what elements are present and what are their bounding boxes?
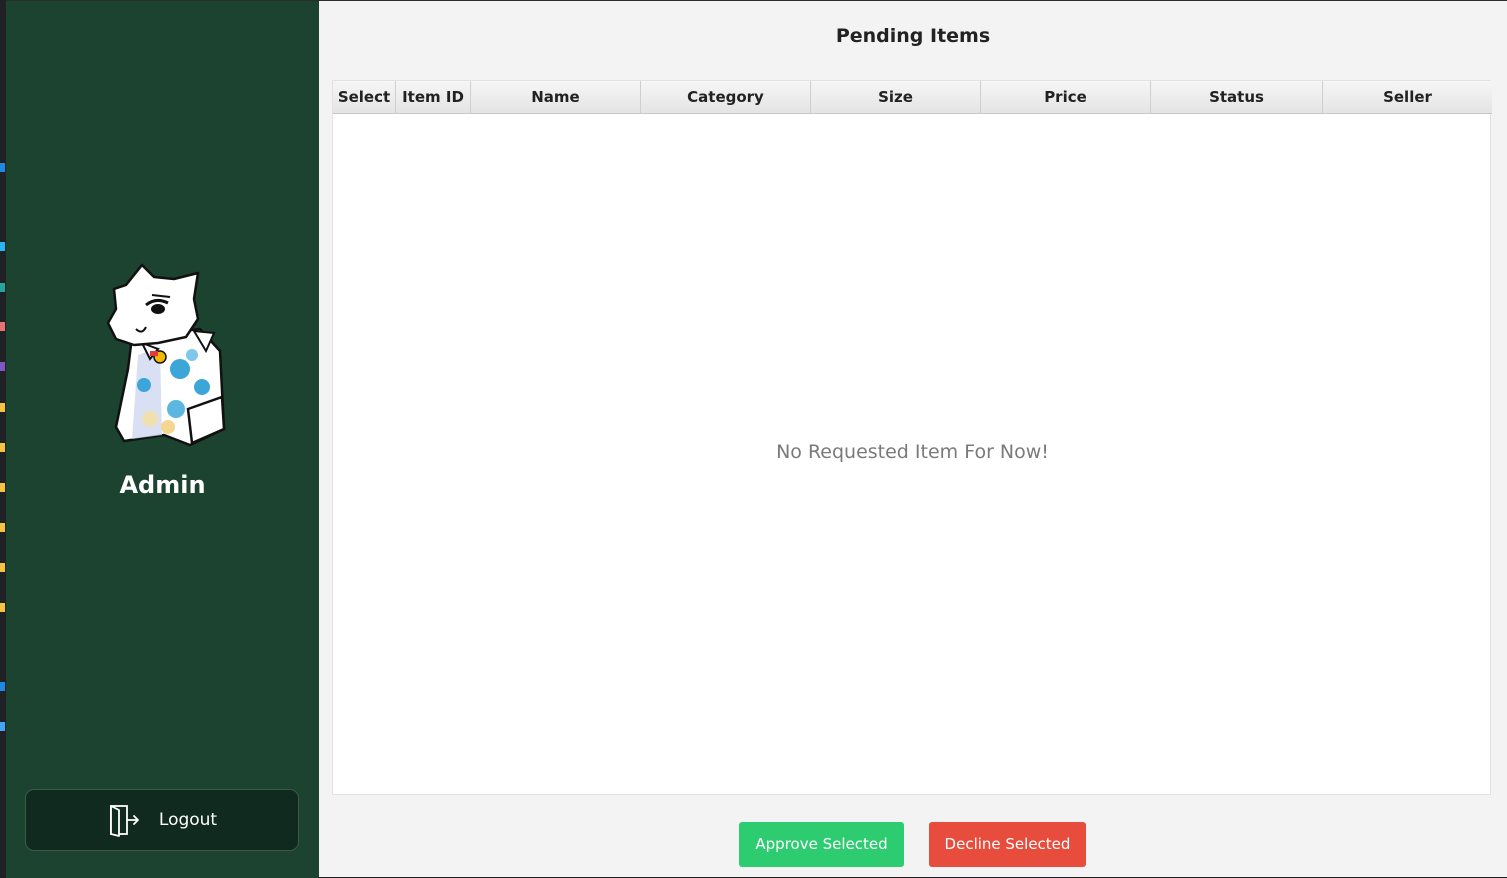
empty-table-message: No Requested Item For Now! [776,441,1049,463]
folder-icon [0,443,5,452]
taskbar-app-icon [0,163,5,172]
taskbar-app-icon [0,682,5,691]
folder-icon [0,403,5,412]
app-window: Admin Logout Pending Items Select Item I… [6,0,1507,878]
column-header-size[interactable]: Size [811,81,981,113]
taskbar-app-icon [0,722,5,731]
taskbar-app-icon [0,362,5,371]
page-title: Pending Items [835,25,991,47]
door-exit-icon [109,805,139,837]
folder-icon [0,483,5,492]
column-header-name[interactable]: Name [471,81,641,113]
pending-items-table[interactable]: Select Item ID Name Category Size Price … [332,80,1492,795]
column-header-price[interactable]: Price [981,81,1151,113]
main-content: Pending Items Select Item ID Name Catego… [319,1,1507,878]
table-header: Select Item ID Name Category Size Price … [333,81,1492,114]
column-header-item-id[interactable]: Item ID [396,81,471,113]
folder-icon [0,603,5,612]
column-header-seller[interactable]: Seller [1323,81,1492,113]
taskbar-app-icon [0,242,5,251]
column-header-status[interactable]: Status [1151,81,1323,113]
approve-selected-button[interactable]: Approve Selected [739,822,904,867]
folder-icon [0,523,5,532]
logout-button[interactable]: Logout [25,789,299,851]
sidebar: Admin Logout [6,1,319,878]
decline-selected-button[interactable]: Decline Selected [929,822,1086,867]
user-name: Admin [119,471,206,499]
taskbar-app-icon [0,322,5,331]
column-header-category[interactable]: Category [641,81,811,113]
logout-label: Logout [158,810,218,830]
taskbar-app-icon [0,283,5,292]
folder-icon [0,563,5,572]
avatar [106,263,226,447]
column-header-select[interactable]: Select [333,81,396,113]
